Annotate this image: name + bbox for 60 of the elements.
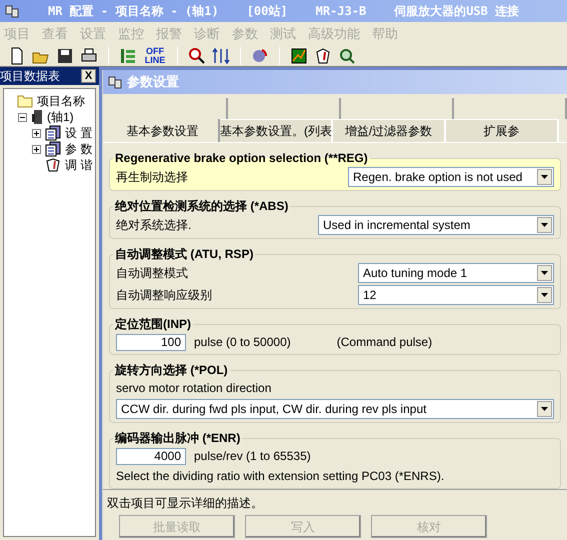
arrows-icon[interactable]: [212, 46, 230, 64]
dropdown-arrow-icon: [541, 271, 548, 275]
dropdown[interactable]: Auto tuning mode 1: [358, 263, 554, 283]
tree-item[interactable]: 调 谐: [65, 156, 92, 174]
dropdown[interactable]: Regen. brake option is not used: [348, 167, 554, 187]
device-icon: [31, 109, 43, 125]
tab[interactable]: 增益/过滤器参数: [333, 119, 446, 142]
range-hint: pulse/rev (1 to 65535): [194, 448, 311, 465]
dropdown[interactable]: Used in incremental system: [318, 215, 554, 235]
tree-icon[interactable]: [119, 46, 137, 64]
dropdown-arrow-icon: [541, 293, 548, 297]
field-label: 绝对系统选择.: [116, 217, 192, 234]
group-title: Regenerative brake option selection (**REG): [114, 150, 369, 167]
tree-item[interactable]: (轴1): [47, 108, 74, 126]
offline-button[interactable]: OFF LINE: [143, 46, 167, 64]
group-title: 绝对位置检测系统的选择 (*ABS): [114, 198, 290, 215]
window-title: MR-J3-B: [316, 3, 366, 20]
dropdown-arrow-icon: [541, 407, 548, 411]
group-title: 自动调整模式 (ATU, RSP): [114, 246, 254, 263]
window-title: 参数设置: [127, 73, 179, 92]
graph-icon[interactable]: [290, 46, 308, 64]
field-label: 再生制动选择: [116, 169, 188, 186]
search-icon[interactable]: [188, 46, 206, 64]
tree-item[interactable]: 参 数: [65, 140, 92, 158]
description-text: Select the dividing ratio with extension setting PC03 (*ENRS).: [116, 468, 446, 485]
expand-toggle[interactable]: [32, 128, 41, 138]
field-label: 自动调整响应级别: [116, 287, 212, 304]
description-text: servo motor rotation direction: [116, 380, 272, 397]
expand-toggle[interactable]: [18, 112, 27, 122]
pages-icon: [45, 141, 61, 157]
tab[interactable]: 扩展参: [446, 119, 559, 142]
app-icon: [4, 3, 20, 19]
group-title: 定位范围(INP): [114, 316, 192, 333]
folder-icon: [17, 94, 33, 108]
dropdown-arrow-icon: [541, 175, 548, 179]
number-field[interactable]: 4000: [116, 448, 186, 464]
window-title: [00站]: [246, 3, 288, 20]
tree-item[interactable]: 设 置: [65, 124, 92, 142]
hint-text: 双击项目可显示详细的描述。: [107, 495, 264, 512]
save-icon[interactable]: [56, 46, 74, 64]
close-button[interactable]: X: [81, 69, 96, 83]
unit-note: (Command pulse): [336, 334, 432, 351]
dropdown[interactable]: 12: [358, 285, 554, 305]
field-label: 自动调整模式: [116, 265, 188, 282]
zoom-icon[interactable]: [338, 46, 356, 64]
window-title: 伺服放大器的USB 连接: [394, 3, 520, 20]
group-title: 旋转方向选择 (*POL): [114, 362, 229, 379]
tab[interactable]: 基本参数设置。(列表: [220, 119, 333, 142]
group-title: 编码器输出脉冲 (*ENR): [114, 430, 242, 447]
pages-icon: [45, 125, 61, 141]
expand-toggle[interactable]: [32, 144, 41, 154]
dropdown-arrow-icon: [541, 223, 548, 227]
tree-item[interactable]: 项目名称: [37, 92, 85, 110]
panel-title: 项目数据表: [0, 68, 60, 85]
app-icon: [107, 74, 123, 90]
number-field[interactable]: 100: [116, 334, 186, 350]
dropdown[interactable]: CCW dir. during fwd pls input, CW dir. during rev pls input: [116, 399, 554, 419]
window-title: MR 配置 - 项目名称 - (轴1): [48, 3, 219, 20]
range-hint: pulse (0 to 50000): [194, 334, 291, 351]
print-icon[interactable]: [80, 46, 98, 64]
